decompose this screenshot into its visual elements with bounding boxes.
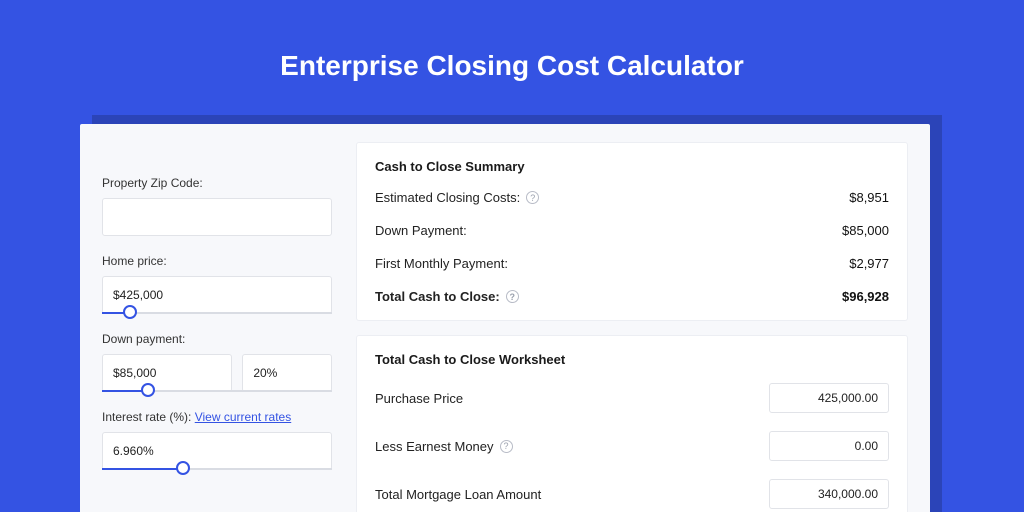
summary-row: First Monthly Payment: $2,977: [375, 256, 889, 271]
worksheet-value-input[interactable]: [769, 431, 889, 461]
help-icon[interactable]: ?: [526, 191, 539, 204]
results-column: Cash to Close Summary Estimated Closing …: [356, 142, 908, 512]
interest-field: Interest rate (%): View current rates: [102, 410, 332, 470]
home-price-field: Home price:: [102, 254, 332, 314]
home-price-slider-thumb[interactable]: [123, 305, 137, 319]
worksheet-row: Less Earnest Money?: [375, 431, 889, 461]
summary-row: Down Payment: $85,000: [375, 223, 889, 238]
page-background: Enterprise Closing Cost Calculator Prope…: [0, 0, 1024, 512]
interest-slider[interactable]: [102, 468, 332, 470]
worksheet-value-input[interactable]: [769, 383, 889, 413]
summary-row-value: $8,951: [849, 190, 889, 205]
summary-row: Estimated Closing Costs:? $8,951: [375, 190, 889, 205]
worksheet-value-input[interactable]: [769, 479, 889, 509]
zip-label: Property Zip Code:: [102, 176, 332, 190]
zip-input[interactable]: [102, 198, 332, 236]
worksheet-panel: Total Cash to Close Worksheet Purchase P…: [356, 335, 908, 512]
summary-row-value: $2,977: [849, 256, 889, 271]
summary-row-label: Down Payment:: [375, 223, 467, 238]
down-payment-label: Down payment:: [102, 332, 332, 346]
down-payment-slider[interactable]: [102, 390, 332, 392]
home-price-input[interactable]: [102, 276, 332, 314]
worksheet-row-label: Less Earnest Money?: [375, 439, 513, 454]
summary-row-label: First Monthly Payment:: [375, 256, 508, 271]
view-rates-link[interactable]: View current rates: [195, 410, 292, 424]
help-icon[interactable]: ?: [506, 290, 519, 303]
down-payment-slider-thumb[interactable]: [141, 383, 155, 397]
summary-row-value: $85,000: [842, 223, 889, 238]
interest-label: Interest rate (%): View current rates: [102, 410, 332, 424]
interest-input[interactable]: [102, 432, 332, 470]
down-payment-pct-input[interactable]: [242, 354, 332, 392]
page-title: Enterprise Closing Cost Calculator: [0, 0, 1024, 82]
home-price-slider[interactable]: [102, 312, 332, 314]
interest-slider-thumb[interactable]: [176, 461, 190, 475]
worksheet-row: Total Mortgage Loan Amount: [375, 479, 889, 509]
help-icon[interactable]: ?: [500, 440, 513, 453]
summary-row-value: $96,928: [842, 289, 889, 304]
zip-field: Property Zip Code:: [102, 176, 332, 236]
summary-row-label: Total Cash to Close:?: [375, 289, 519, 304]
worksheet-row: Purchase Price: [375, 383, 889, 413]
down-payment-field: Down payment:: [102, 332, 332, 392]
summary-panel: Cash to Close Summary Estimated Closing …: [356, 142, 908, 321]
worksheet-title: Total Cash to Close Worksheet: [375, 352, 889, 367]
summary-row-label: Estimated Closing Costs:?: [375, 190, 539, 205]
worksheet-row-label: Total Mortgage Loan Amount: [375, 487, 541, 502]
inputs-column: Property Zip Code: Home price: Down paym…: [102, 142, 332, 512]
down-payment-input[interactable]: [102, 354, 232, 392]
worksheet-row-label: Purchase Price: [375, 391, 463, 406]
calculator-card: Property Zip Code: Home price: Down paym…: [80, 124, 930, 512]
home-price-label: Home price:: [102, 254, 332, 268]
summary-row: Total Cash to Close:? $96,928: [375, 289, 889, 304]
summary-title: Cash to Close Summary: [375, 159, 889, 174]
